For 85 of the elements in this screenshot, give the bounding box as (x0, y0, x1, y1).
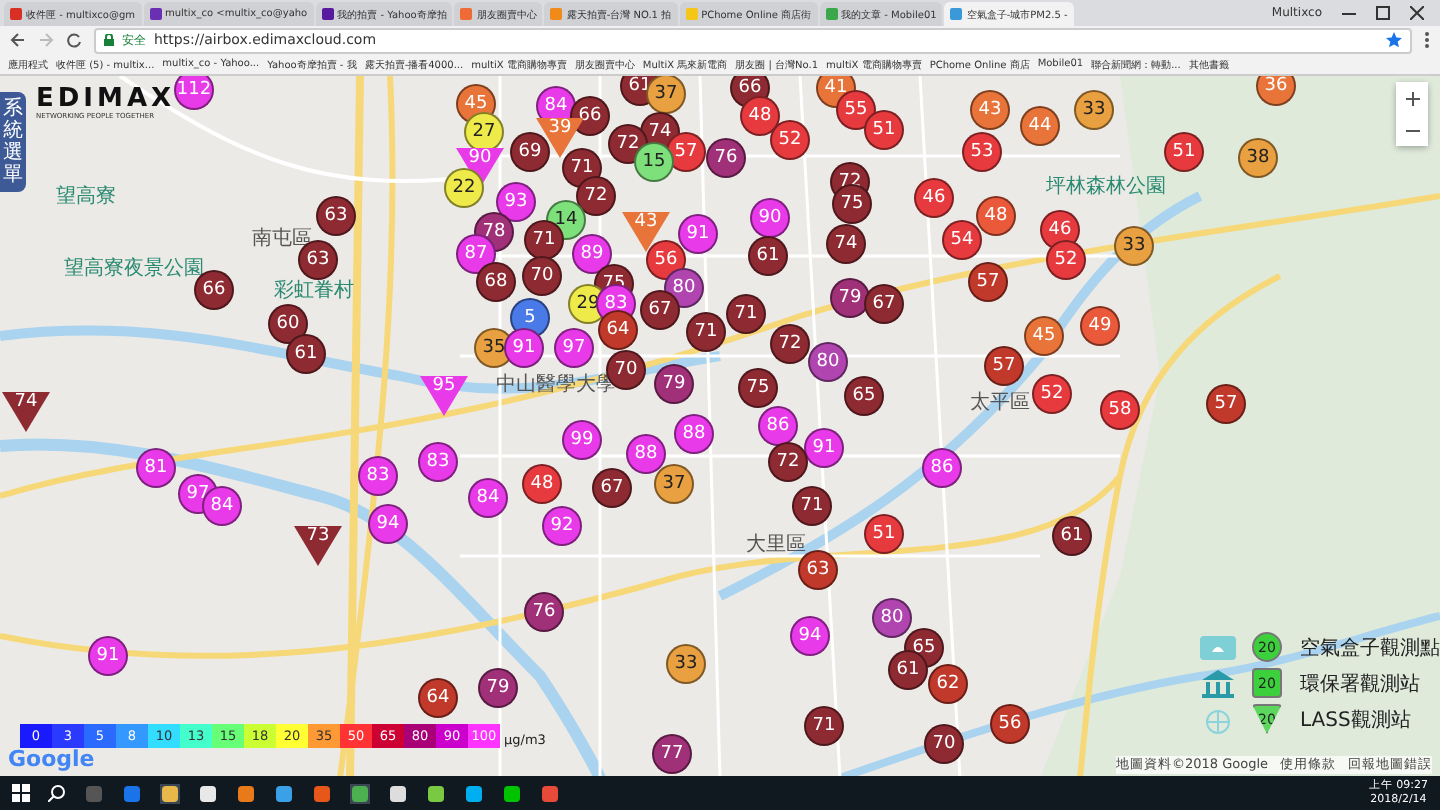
pm25-marker[interactable]: 70 (522, 256, 562, 296)
pm25-marker[interactable]: 67 (640, 290, 680, 330)
pm25-marker[interactable]: 61 (286, 334, 326, 374)
pm25-marker[interactable]: 57 (984, 346, 1024, 386)
pm25-marker[interactable]: 62 (928, 664, 968, 704)
place-label: 望高寮 (56, 183, 116, 210)
pm25-marker[interactable]: 72 (576, 176, 616, 216)
maximize-icon[interactable] (1376, 6, 1390, 20)
pm25-marker[interactable]: 69 (510, 132, 550, 172)
reload-icon[interactable] (66, 32, 82, 48)
pm25-marker[interactable]: 22 (444, 168, 484, 208)
pm25-marker[interactable]: 58 (1100, 390, 1140, 430)
pm25-marker[interactable]: 37 (654, 464, 694, 504)
pm25-marker[interactable]: 71 (792, 486, 832, 526)
pm25-marker[interactable]: 52 (1032, 374, 1072, 414)
windows-icon[interactable] (12, 784, 30, 802)
pm25-marker[interactable]: 77 (652, 734, 692, 774)
pm25-marker[interactable]: 53 (962, 132, 1002, 172)
lock-icon (104, 34, 114, 46)
pm25-marker[interactable]: 51 (864, 514, 904, 554)
pm25-marker[interactable]: 67 (864, 284, 904, 324)
building-icon (1200, 669, 1236, 697)
pm25-marker[interactable]: 51 (864, 110, 904, 150)
pm25-marker[interactable]: 80 (808, 342, 848, 382)
pm25-marker[interactable]: 72 (768, 442, 808, 482)
pm25-marker[interactable]: 56 (990, 704, 1030, 744)
pm25-marker[interactable]: 71 (804, 706, 844, 746)
brand-logo: EDIMAX (36, 86, 176, 112)
pm25-marker[interactable]: 79 (478, 668, 518, 708)
box-icon (1200, 635, 1236, 659)
pm25-marker[interactable]: 71 (726, 294, 766, 334)
pm25-marker[interactable]: 35 (474, 328, 514, 368)
pm25-marker[interactable]: 65 (844, 376, 884, 416)
pm25-marker[interactable]: 52 (770, 120, 810, 160)
menu-icon[interactable] (1424, 32, 1430, 48)
pm25-marker[interactable]: 61 (888, 650, 928, 690)
pm25-marker[interactable]: 64 (418, 678, 458, 718)
pm25-marker[interactable]: 80 (872, 598, 912, 638)
pm25-marker[interactable]: 63 (798, 550, 838, 590)
pm25-marker[interactable]: 64 (598, 310, 638, 350)
pm25-marker[interactable]: 60 (268, 304, 308, 344)
station-type-label: LASS觀測站 (1300, 707, 1413, 733)
place-label: 太平區 (970, 389, 1030, 416)
pm25-marker[interactable]: 33 (1114, 226, 1154, 266)
pm25-marker[interactable]: 33 (1074, 90, 1114, 130)
menu-tab[interactable]: 系統選單 (0, 92, 26, 192)
pm25-marker[interactable]: 52 (1046, 240, 1086, 280)
pm25-marker[interactable]: 46 (914, 178, 954, 218)
pm25-marker[interactable]: 68 (476, 262, 516, 302)
pm25-marker[interactable]: 74 (826, 224, 866, 264)
pm25-marker[interactable]: 71 (686, 312, 726, 352)
pm25-marker[interactable]: 5 (510, 298, 550, 338)
station-type-label: 空氣盒子觀測點 (1300, 635, 1440, 661)
pm25-marker[interactable]: 54 (942, 220, 982, 260)
pm25-marker[interactable]: 75 (832, 184, 872, 224)
globe-icon (1200, 705, 1236, 733)
pm25-marker[interactable]: 15 (634, 142, 674, 182)
pm25-marker[interactable]: 67 (592, 468, 632, 508)
close-icon[interactable] (1410, 6, 1424, 20)
pm25-marker[interactable]: 73 (294, 526, 342, 566)
pm25-marker[interactable]: 63 (316, 196, 356, 236)
star-icon[interactable] (1386, 32, 1402, 48)
zoom-in-button[interactable] (1396, 82, 1428, 114)
place-label: 坪林森林公園 (1046, 173, 1166, 200)
pm25-marker[interactable]: 70 (924, 724, 964, 764)
pm25-marker[interactable]: 37 (646, 76, 686, 114)
pm25-marker[interactable]: 61 (1052, 516, 1092, 556)
pm25-marker[interactable]: 74 (2, 392, 50, 432)
map-logo: Google (8, 746, 95, 774)
pm25-marker[interactable]: 48 (522, 464, 562, 504)
pm25-marker[interactable]: 75 (738, 368, 778, 408)
search-icon[interactable] (48, 784, 66, 802)
pm25-marker[interactable]: 61 (748, 236, 788, 276)
pm25-marker[interactable]: 79 (654, 364, 694, 404)
plus-icon (1405, 91, 1419, 105)
station-type-label: 環保署觀測站 (1300, 671, 1422, 697)
back-icon[interactable] (10, 32, 26, 48)
pm25-marker[interactable]: 57 (968, 262, 1008, 302)
pm25-marker[interactable]: 76 (706, 138, 746, 178)
pm25-marker[interactable]: 72 (770, 324, 810, 364)
pm25-marker[interactable]: 33 (666, 644, 706, 684)
pm25-marker[interactable]: 48 (740, 96, 780, 136)
pm25-marker[interactable]: 76 (524, 592, 564, 632)
pm25-marker[interactable]: 79 (830, 278, 870, 318)
zoom-out-button[interactable] (1396, 114, 1428, 146)
